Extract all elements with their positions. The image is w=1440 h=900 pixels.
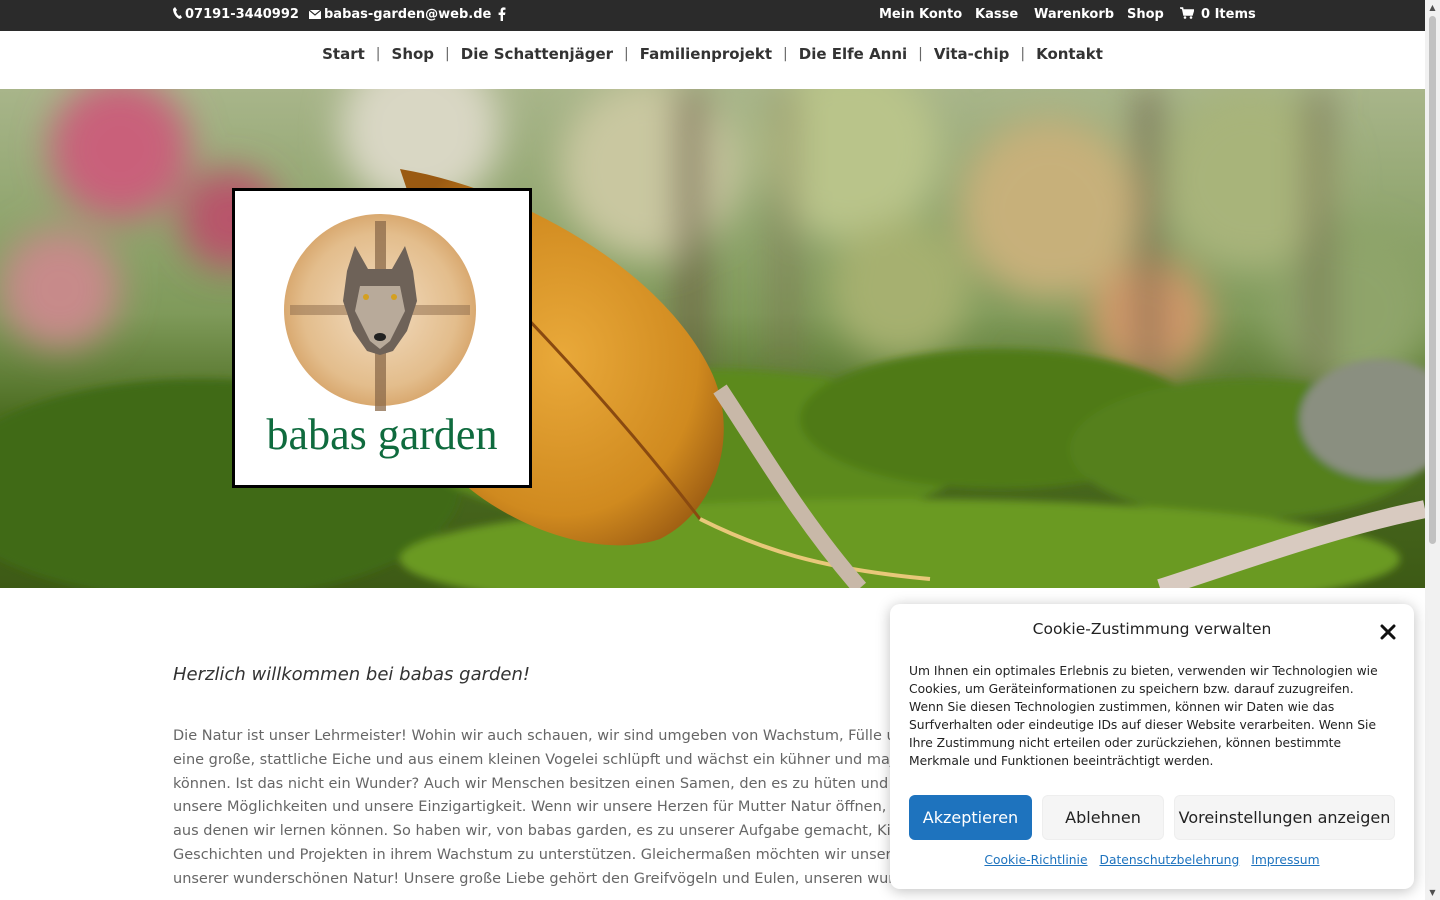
top-bar: 07191-3440992 babas-garden@web.de Mein K… (0, 0, 1425, 31)
scroll-up-icon[interactable]: ▲ (1425, 3, 1440, 12)
paragraph-line: eine große, stattliche Eiche und aus ein… (173, 751, 917, 768)
phone-number: 07191-3440992 (185, 7, 299, 22)
preferences-button[interactable]: Voreinstellungen anzeigen (1174, 795, 1395, 840)
logo-wordmark: babas garden (267, 410, 498, 459)
top-link-mein-konto[interactable]: Mein Konto (879, 7, 962, 22)
hero-image (0, 89, 1425, 588)
page-scrollbar[interactable]: ▲ ▼ (1425, 0, 1440, 900)
nav-separator: | (445, 46, 450, 62)
top-link-shop[interactable]: Shop (1127, 7, 1164, 22)
paragraph-line: können. Ist das nicht ein Wunder? Auch w… (173, 775, 910, 792)
nav-separator: | (624, 46, 629, 62)
cookie-links: Cookie-Richtlinie Datenschutzbelehrung I… (890, 853, 1414, 867)
paragraph-line: aus denen wir lernen können. So haben wi… (173, 823, 910, 840)
nav-item-familienprojekt[interactable]: Familienprojekt (640, 45, 772, 63)
top-link-warenkorb[interactable]: Warenkorb (1034, 7, 1114, 22)
cart-link[interactable]: 0 Items (1180, 7, 1256, 22)
email-link[interactable]: babas-garden@web.de (308, 7, 492, 22)
nav-item-vita-chip[interactable]: Vita-chip (934, 45, 1009, 63)
scroll-down-icon[interactable]: ▼ (1425, 888, 1440, 897)
close-icon[interactable] (1380, 618, 1396, 646)
phone-icon (173, 7, 182, 22)
phone-link[interactable]: 07191-3440992 (173, 7, 299, 22)
paragraph-line: Geschichten und Projekten in ihrem Wachs… (173, 846, 918, 863)
paragraph-line: Die Natur ist unser Lehrmeister! Wohin w… (173, 728, 915, 744)
nav-item-shop[interactable]: Shop (392, 45, 435, 63)
deny-button[interactable]: Ablehnen (1042, 795, 1164, 840)
cookie-dialog-title: Cookie-Zustimmung verwalten (1032, 620, 1272, 638)
email-address: babas-garden@web.de (324, 7, 492, 22)
paragraph-line: unserer wunderschönen Natur! Unsere groß… (173, 870, 916, 887)
nav-item-start[interactable]: Start (322, 45, 365, 63)
cart-icon (1180, 7, 1195, 22)
cookie-dialog-text: Um Ihnen ein optimales Erlebnis zu biete… (909, 664, 1378, 768)
privacy-policy-link[interactable]: Datenschutzbelehrung (1099, 853, 1239, 867)
main-nav: Start | Shop | Die Schattenjäger | Famil… (0, 31, 1425, 89)
top-link-kasse[interactable]: Kasse (975, 7, 1018, 22)
site-logo[interactable]: babas garden (232, 188, 532, 488)
envelope-icon (308, 8, 322, 22)
cart-count: 0 Items (1201, 7, 1256, 22)
paragraph-line: unsere Möglichkeiten und unsere Einzigar… (173, 799, 917, 816)
nav-separator: | (918, 46, 923, 62)
cookie-consent-dialog: Cookie-Zustimmung verwalten Um Ihnen ein… (890, 604, 1414, 889)
nav-item-elfe-anni[interactable]: Die Elfe Anni (799, 45, 907, 63)
nav-separator: | (1020, 46, 1026, 62)
nav-item-schattenjaeger[interactable]: Die Schattenjäger (461, 45, 613, 63)
imprint-link[interactable]: Impressum (1251, 853, 1319, 867)
nav-separator: | (783, 46, 788, 62)
nav-separator: | (375, 46, 381, 62)
accept-button[interactable]: Akzeptieren (909, 795, 1032, 840)
scrollbar-thumb[interactable] (1429, 16, 1436, 544)
facebook-icon[interactable] (498, 7, 506, 21)
cookie-policy-link[interactable]: Cookie-Richtlinie (984, 853, 1087, 867)
nav-item-kontakt[interactable]: Kontakt (1036, 45, 1103, 63)
